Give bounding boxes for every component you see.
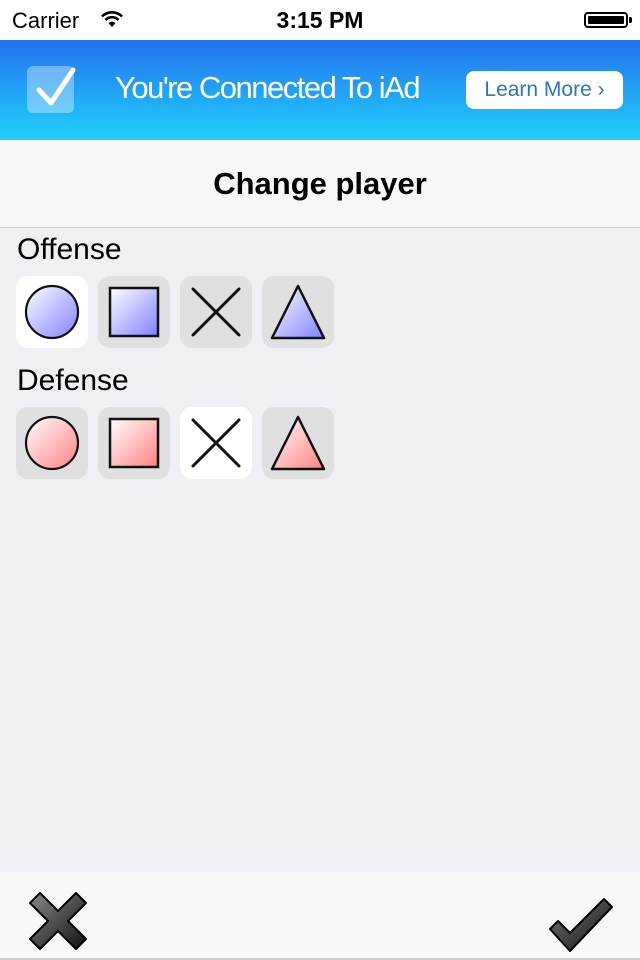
circle-icon <box>24 415 80 471</box>
learn-more-button[interactable]: Learn More › <box>466 71 623 109</box>
offense-shape-row <box>16 276 334 348</box>
navigation-bar: Change player <box>0 140 640 228</box>
defense-square-option[interactable] <box>98 407 170 479</box>
square-icon <box>108 286 160 338</box>
offense-circle-option[interactable] <box>16 276 88 348</box>
circle-icon <box>24 284 80 340</box>
ad-text: You're Connected To iAd <box>115 70 421 105</box>
triangle-icon <box>270 415 326 471</box>
cancel-button[interactable] <box>26 889 90 953</box>
defense-x-option[interactable] <box>180 407 252 479</box>
page-title: Change player <box>213 166 427 201</box>
offense-x-option[interactable] <box>180 276 252 348</box>
offense-label: Offense <box>17 233 122 266</box>
square-icon <box>108 417 160 469</box>
defense-circle-option[interactable] <box>16 407 88 479</box>
x-icon <box>191 418 241 468</box>
checkmark-icon <box>549 898 613 952</box>
confirm-button[interactable] <box>548 897 614 953</box>
offense-triangle-option[interactable] <box>262 276 334 348</box>
iad-banner[interactable]: You're Connected To iAd Learn More › <box>0 40 640 140</box>
x-icon <box>29 892 87 950</box>
clock: 3:15 PM <box>276 7 364 33</box>
checkmark-icon <box>27 66 76 113</box>
bottom-toolbar <box>0 872 640 960</box>
defense-triangle-option[interactable] <box>262 407 334 479</box>
offense-square-option[interactable] <box>98 276 170 348</box>
defense-label: Defense <box>17 364 129 397</box>
battery-icon <box>584 12 628 28</box>
defense-shape-row <box>16 407 334 479</box>
x-icon <box>191 287 241 337</box>
triangle-icon <box>270 284 326 340</box>
battery-tip <box>629 17 632 23</box>
status-bar: Carrier 3:15 PM <box>0 0 640 40</box>
